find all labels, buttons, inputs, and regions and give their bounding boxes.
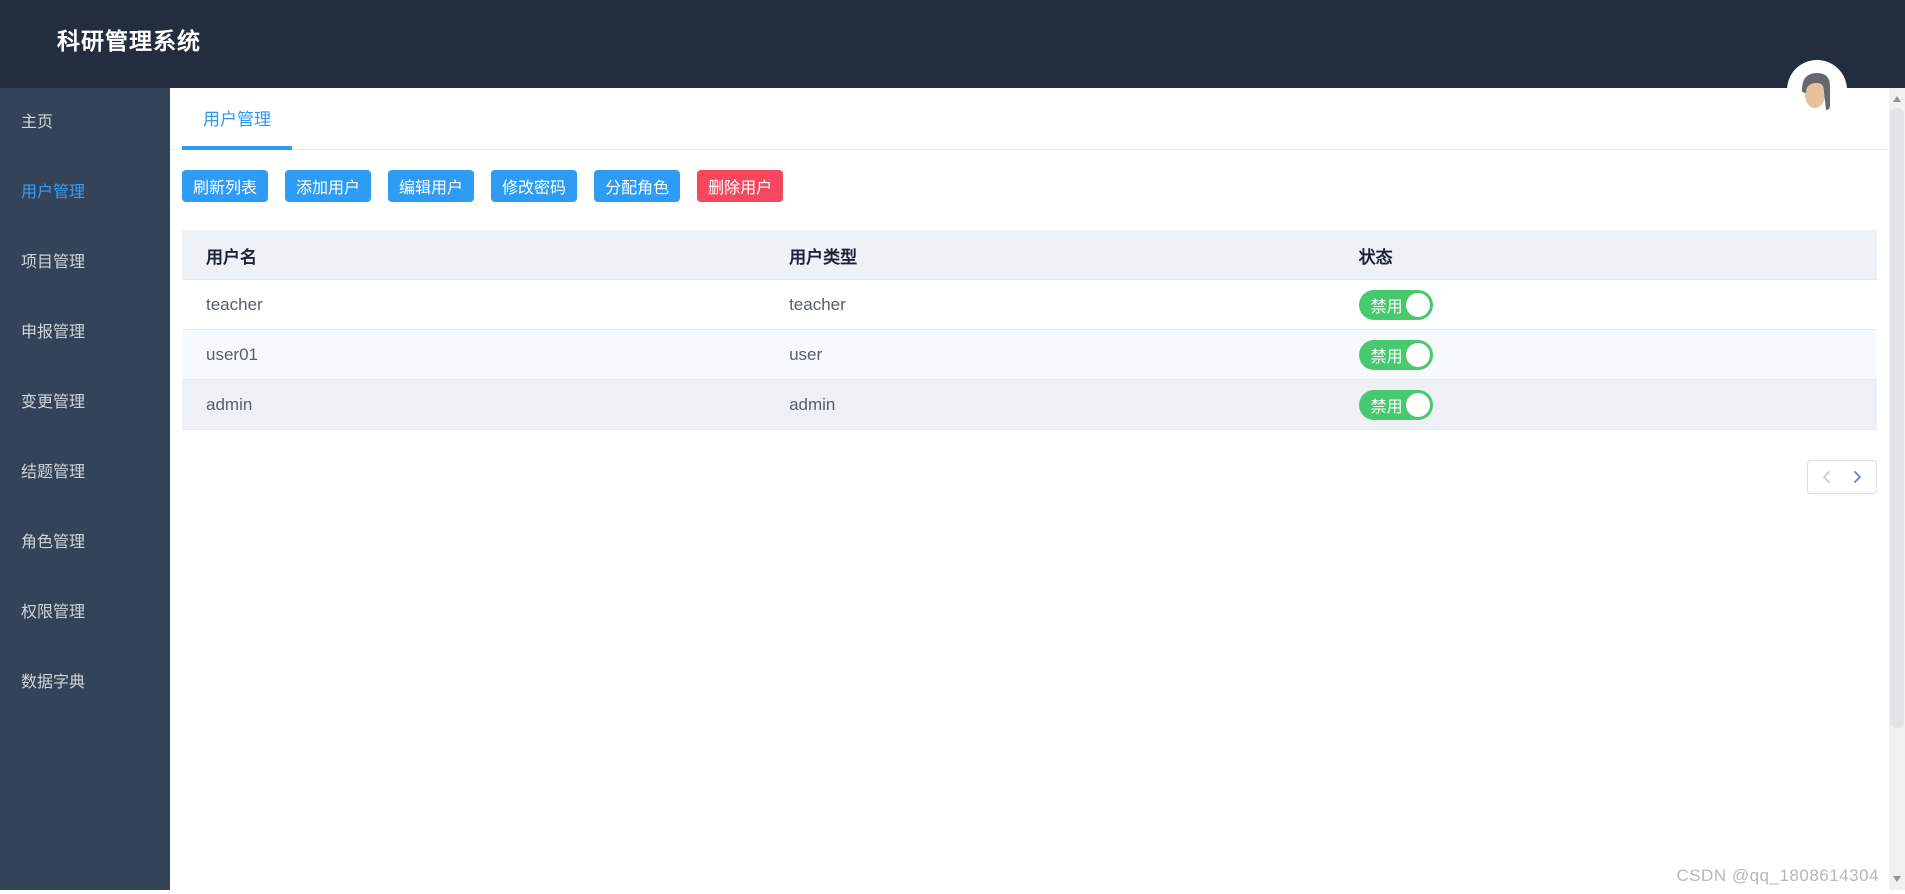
top-header: 科研管理系统	[0, 0, 1905, 88]
status-toggle-label: 禁用	[1370, 398, 1403, 416]
app-title: 科研管理系统	[57, 28, 201, 54]
user-type-cell: admin	[789, 394, 836, 414]
chevron-right-icon	[1853, 471, 1861, 483]
prev-page-button[interactable]	[1817, 467, 1837, 487]
toggle-knob	[1405, 342, 1430, 367]
change-password-button[interactable]: 修改密码	[491, 170, 578, 202]
column-header-user-type: 用户类型	[789, 247, 858, 267]
status-cell: 禁用	[1335, 289, 1877, 320]
edit-user-button[interactable]: 编辑用户	[388, 170, 475, 202]
toggle-knob	[1405, 292, 1430, 317]
sidebar-item-home[interactable]: 主页	[0, 88, 170, 158]
user-type-cell: teacher	[789, 294, 846, 314]
username-cell: teacher	[206, 294, 263, 314]
table-row[interactable]: teacher teacher 禁用	[182, 279, 1877, 329]
sidebar-item-declaration[interactable]: 申报管理	[0, 298, 170, 368]
add-user-button[interactable]: 添加用户	[285, 170, 372, 202]
table-header-row: 用户名 用户类型 状态	[182, 231, 1877, 279]
users-table: 用户名 用户类型 状态 teacher teacher 禁用 user01 us…	[182, 230, 1877, 430]
refresh-list-button[interactable]: 刷新列表	[182, 170, 269, 202]
scroll-down-icon[interactable]	[1893, 876, 1901, 882]
main-content: 用户管理 刷新列表 添加用户 编辑用户 修改密码 分配角色 删除用户 用户名 用…	[170, 88, 1889, 894]
user-avatar[interactable]	[1789, 62, 1845, 118]
scroll-up-icon[interactable]	[1893, 96, 1901, 102]
vertical-scrollbar[interactable]	[1889, 88, 1905, 890]
sidebar-item-projects[interactable]: 项目管理	[0, 228, 170, 298]
sidebar-item-permissions[interactable]: 权限管理	[0, 578, 170, 648]
table-row[interactable]: user01 user 禁用	[182, 329, 1877, 379]
sidebar-item-roles[interactable]: 角色管理	[0, 508, 170, 578]
sidebar-item-conclusion[interactable]: 结题管理	[0, 438, 170, 508]
table-row[interactable]: admin admin 禁用	[182, 379, 1877, 429]
toggle-knob	[1405, 392, 1430, 417]
username-cell: admin	[206, 394, 253, 414]
status-cell: 禁用	[1335, 389, 1877, 420]
status-cell: 禁用	[1335, 339, 1877, 370]
column-header-username: 用户名	[206, 247, 257, 267]
sidebar-item-change[interactable]: 变更管理	[0, 368, 170, 438]
status-toggle-label: 禁用	[1370, 348, 1403, 366]
sidebar-item-dictionary[interactable]: 数据字典	[0, 648, 170, 718]
tab-bar: 用户管理	[170, 88, 1889, 150]
tab-user-management[interactable]: 用户管理	[182, 88, 292, 150]
next-page-button[interactable]	[1847, 467, 1867, 487]
scrollbar-thumb[interactable]	[1890, 108, 1904, 728]
user-type-cell: user	[789, 344, 823, 364]
assign-role-button[interactable]: 分配角色	[594, 170, 681, 202]
delete-user-button[interactable]: 删除用户	[697, 170, 784, 202]
person-icon	[1789, 62, 1845, 118]
username-cell: user01	[206, 344, 258, 364]
status-toggle[interactable]: 禁用	[1358, 389, 1433, 420]
sidebar-item-users[interactable]: 用户管理	[0, 158, 170, 228]
pagination	[1807, 460, 1877, 494]
watermark: CSDN @qq_1808614304	[1676, 866, 1879, 885]
toolbar: 刷新列表 添加用户 编辑用户 修改密码 分配角色 删除用户	[182, 170, 1877, 202]
status-toggle[interactable]: 禁用	[1358, 339, 1433, 370]
column-header-status: 状态	[1358, 247, 1393, 267]
sidebar: 主页 用户管理 项目管理 申报管理 变更管理 结题管理 角色管理 权限管理 数据…	[0, 88, 170, 890]
chevron-left-icon	[1823, 471, 1831, 483]
pagination-area	[182, 460, 1877, 494]
status-toggle-label: 禁用	[1370, 298, 1403, 316]
status-toggle[interactable]: 禁用	[1358, 289, 1433, 320]
